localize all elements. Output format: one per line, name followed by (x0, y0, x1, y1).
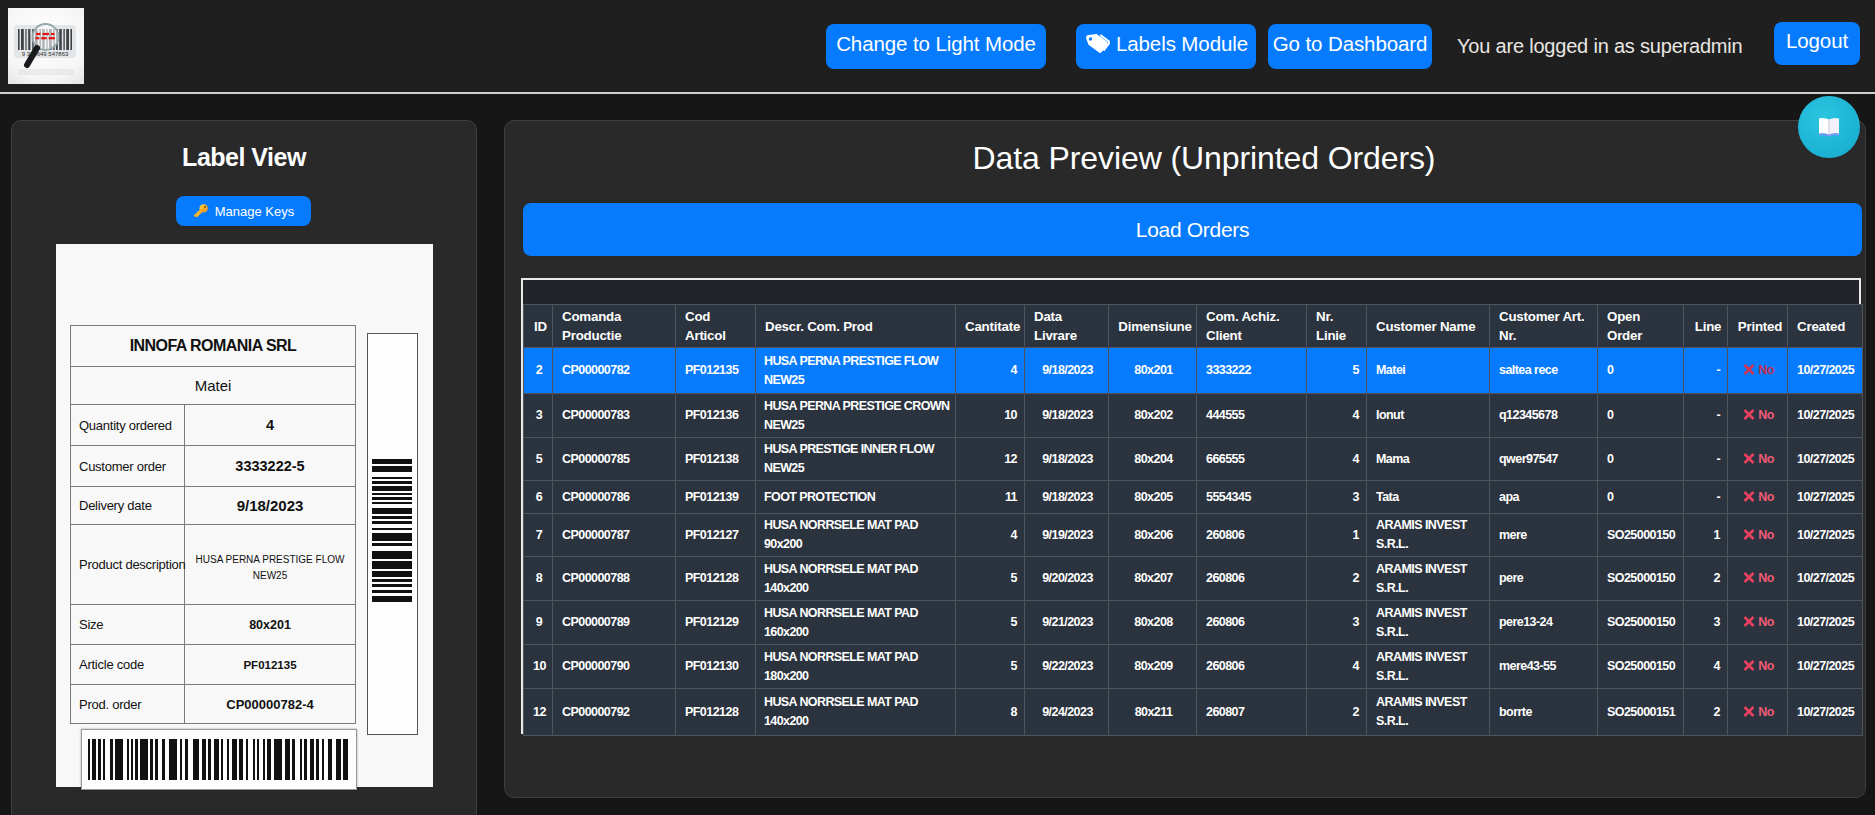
svg-text:9 325649 547863: 9 325649 547863 (22, 51, 69, 57)
